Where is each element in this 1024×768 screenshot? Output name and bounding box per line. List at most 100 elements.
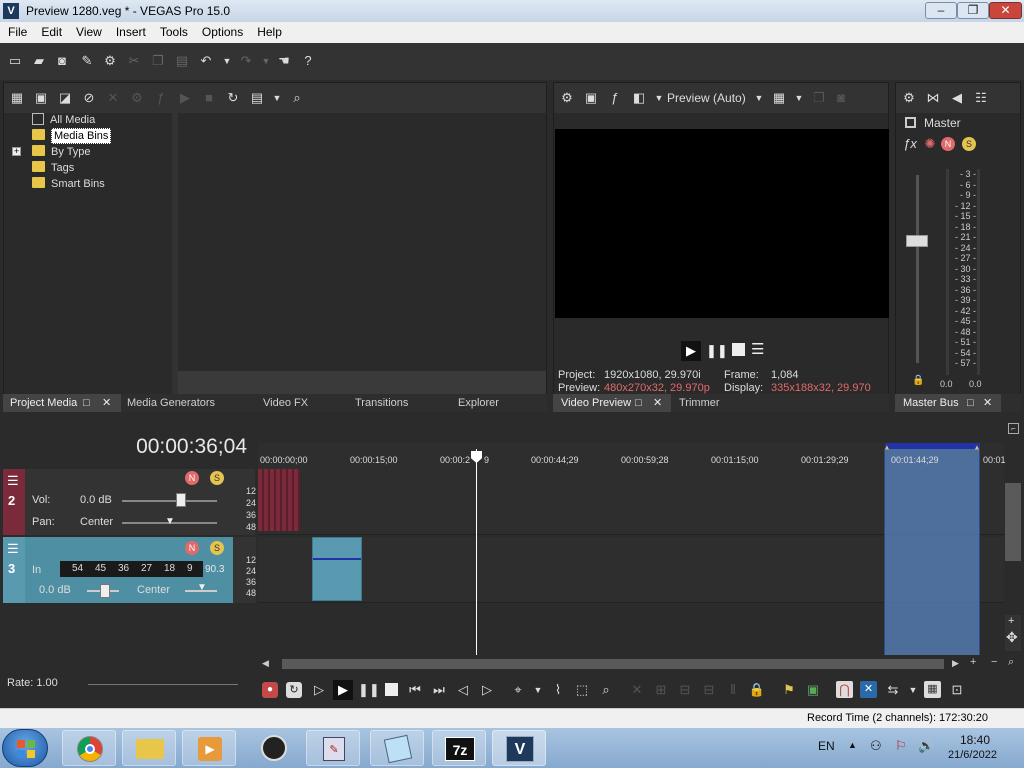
volume-slider-handle[interactable] xyxy=(176,493,186,507)
previous-frame-icon[interactable]: ◁ xyxy=(454,682,472,698)
tree-item-smart-bins[interactable]: Smart Bins xyxy=(32,177,105,193)
pan-slider-handle[interactable]: ▼ xyxy=(197,582,207,593)
preview-properties-gear-icon[interactable]: ⚙ xyxy=(558,90,576,106)
media-list[interactable] xyxy=(178,113,546,375)
menu-insert[interactable]: Insert xyxy=(108,22,152,39)
master-enable-checkbox[interactable] xyxy=(905,117,916,128)
device-preview-icon[interactable]: ▣ xyxy=(582,90,600,106)
trim-icon[interactable]: ⊞ xyxy=(652,682,670,698)
video-preview-screen[interactable] xyxy=(555,129,889,318)
import-media-icon[interactable]: ▦ xyxy=(8,90,26,106)
whats-this-help-icon[interactable]: ? xyxy=(300,53,316,69)
input-language[interactable]: EN xyxy=(818,739,835,753)
timecode-display[interactable]: 00:00:36;04 xyxy=(136,435,247,459)
media-properties-icon[interactable]: ⚙ xyxy=(128,90,146,106)
taskbar-vegas[interactable]: V xyxy=(492,730,546,766)
capture-video-icon[interactable]: ▣ xyxy=(32,90,50,106)
envelope-tool-icon[interactable]: ⌇ xyxy=(549,682,567,698)
play-media-icon[interactable]: ▶ xyxy=(176,90,194,106)
ripple-dropdown-icon[interactable]: ▼ xyxy=(904,682,922,698)
timeline-horizontal-scrollbar[interactable]: ◀ ▶ + − ⌕ xyxy=(258,656,1024,672)
action-center-icon[interactable]: ⚐ xyxy=(895,738,907,754)
play-icon[interactable]: ▶ xyxy=(333,680,353,700)
menu-edit[interactable]: Edit xyxy=(33,22,68,39)
vertical-scroll-thumb[interactable] xyxy=(1005,483,1021,561)
ignore-grouping-icon[interactable]: ⊡ xyxy=(948,682,966,698)
delete-icon[interactable]: ✕ xyxy=(104,90,122,106)
zoom-out-time-icon[interactable]: − xyxy=(991,656,997,668)
tree-item-tags[interactable]: Tags xyxy=(32,161,74,177)
tab-media-generators[interactable]: Media Generators xyxy=(127,394,215,412)
play-from-start-icon[interactable]: ▷ xyxy=(310,682,328,698)
video-clip[interactable] xyxy=(258,469,300,531)
track-2-color-strip[interactable]: ☰ 2 xyxy=(3,469,25,535)
taskbar-file-explorer[interactable] xyxy=(122,730,176,766)
track-menu-icon[interactable]: ☰ xyxy=(7,473,19,489)
split-dropdown-icon[interactable]: ▼ xyxy=(650,90,668,106)
menu-help[interactable]: Help xyxy=(249,22,288,39)
insert-region-icon[interactable]: ▣ xyxy=(804,682,822,698)
menu-file[interactable]: File xyxy=(0,22,33,39)
mixer-properties-gear-icon[interactable]: ⚙ xyxy=(900,90,918,106)
tab-explorer[interactable]: Explorer xyxy=(458,394,499,412)
views-dropdown-icon[interactable]: ▼ xyxy=(268,90,286,106)
undo-icon[interactable]: ↶ xyxy=(198,53,214,69)
close-tab-icon[interactable]: ✕ xyxy=(102,394,111,412)
volume-slider-handle[interactable] xyxy=(100,584,110,598)
insert-marker-icon[interactable]: ⚑ xyxy=(780,682,798,698)
copy-icon[interactable]: ❐ xyxy=(150,53,166,69)
quality-dropdown-icon[interactable]: ▼ xyxy=(750,90,768,106)
edit-tool-dropdown-icon[interactable]: ▼ xyxy=(529,682,547,698)
tree-item-all-media[interactable]: All Media xyxy=(32,113,95,129)
overlays-dropdown-icon[interactable]: ▼ xyxy=(790,90,808,106)
track-height-zoom[interactable]: + ✥ xyxy=(1005,615,1021,651)
close-tab-icon[interactable]: ✕ xyxy=(983,394,992,412)
redo-icon[interactable]: ↷ xyxy=(238,53,254,69)
redo-dropdown-icon[interactable]: ▼ xyxy=(258,53,274,69)
trim-start-icon[interactable]: ⊟ xyxy=(676,682,694,698)
stop-media-icon[interactable]: ■ xyxy=(200,90,218,106)
zoom-in-time-icon[interactable]: + xyxy=(970,656,976,668)
tab-transitions[interactable]: Transitions xyxy=(355,394,408,412)
render-icon[interactable]: ✎ xyxy=(79,53,95,69)
play-icon[interactable]: ▶ xyxy=(681,341,701,361)
taskbar-chrome[interactable] xyxy=(62,730,116,766)
pause-icon[interactable]: ❚❚ xyxy=(706,343,728,359)
auto-ripple-icon[interactable]: ⇆ xyxy=(884,682,902,698)
stop-icon[interactable] xyxy=(385,683,398,696)
open-folder-icon[interactable]: ▰ xyxy=(31,53,47,69)
selection-tool-icon[interactable]: ⬚ xyxy=(573,682,591,698)
video-fx-icon[interactable]: ƒ xyxy=(606,90,624,106)
volume-slider-track[interactable] xyxy=(122,500,217,502)
views-icon[interactable]: ▤ xyxy=(248,90,266,106)
copy-snapshot-icon[interactable]: ❐ xyxy=(810,90,828,106)
go-to-end-icon[interactable]: ⏭ xyxy=(430,682,448,698)
marker-toggle-icon[interactable]: ⌐ xyxy=(1008,423,1019,434)
taskbar-7zip[interactable]: 7z xyxy=(432,730,486,766)
playhead-cursor[interactable] xyxy=(476,449,477,655)
cut-icon[interactable]: ✂ xyxy=(126,53,142,69)
horizontal-scroll-thumb[interactable] xyxy=(282,659,944,669)
taskbar-notepad[interactable] xyxy=(370,730,424,766)
overlays-grid-icon[interactable]: ▦ xyxy=(770,90,788,106)
zoom-tool-icon[interactable]: ⌕ xyxy=(1008,656,1014,669)
rate-slider[interactable] xyxy=(88,684,238,685)
minimize-button[interactable]: – xyxy=(925,2,957,19)
split-screen-icon[interactable]: ◧ xyxy=(630,90,648,106)
normal-edit-tool-icon[interactable]: ⌖ xyxy=(509,682,527,698)
mute-icon[interactable]: N xyxy=(185,541,199,555)
master-fader-handle[interactable] xyxy=(906,235,928,247)
auto-preview-icon[interactable]: ↻ xyxy=(224,90,242,106)
new-file-icon[interactable]: ▭ xyxy=(7,53,23,69)
start-button[interactable] xyxy=(2,729,48,767)
show-hidden-icons-icon[interactable]: ▲ xyxy=(848,740,857,750)
split-icon[interactable]: ⫴ xyxy=(724,682,742,698)
scroll-right-icon[interactable]: ▶ xyxy=(952,658,959,669)
properties-gear-icon[interactable]: ⚙ xyxy=(102,53,118,69)
save-icon[interactable]: ◙ xyxy=(54,53,70,69)
solo-icon[interactable]: S xyxy=(210,471,224,485)
mute-icon[interactable]: N xyxy=(941,137,955,151)
expand-icon[interactable]: + xyxy=(12,147,21,156)
get-media-icon[interactable]: ◪ xyxy=(56,90,74,106)
undock-icon[interactable]: □ xyxy=(967,394,974,412)
